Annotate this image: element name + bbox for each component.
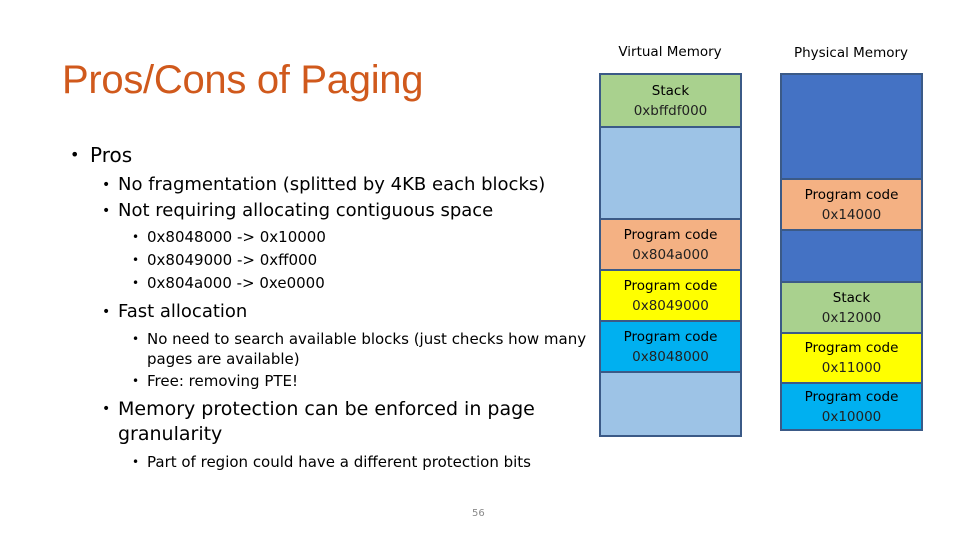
physical-memory-segment: Stack 0x12000 <box>782 281 921 332</box>
physical-memory-segment: Program code 0x11000 <box>782 332 921 382</box>
physical-memory-segment: Program code 0x10000 <box>782 382 921 429</box>
segment-address: 0x8048000 <box>632 348 709 365</box>
bullet-memory-protection: • Memory protection can be enforced in p… <box>102 398 535 445</box>
segment-name: Program code <box>623 277 718 294</box>
bullet-dot-icon: • <box>102 401 111 417</box>
physical-memory-segment <box>782 75 921 178</box>
bullet-mapping: • 0x8048000 -> 0x10000 <box>132 226 600 249</box>
bullet-no-fragmentation: • No fragmentation (splitted by 4KB each… <box>102 172 600 198</box>
virtual-memory-label: Virtual Memory <box>618 44 722 60</box>
segment-name: Program code <box>804 340 899 356</box>
bullet-part-region: • Part of region could have a different … <box>132 451 600 474</box>
segment-name: Program code <box>804 388 899 405</box>
segment-address: 0x12000 <box>821 309 882 326</box>
physical-memory-segment: Program code 0x14000 <box>782 178 921 229</box>
slide-title: Pros/Cons of Paging <box>62 58 424 102</box>
bullet-dot-icon: • <box>132 374 140 388</box>
segment-name: Stack <box>651 82 690 99</box>
virtual-memory-segment <box>601 126 740 218</box>
bullet-dot-icon: • <box>102 304 111 320</box>
virtual-memory-segment: Stack 0xbffdf000 <box>601 75 740 126</box>
bullet-mapping: • 0x804a000 -> 0xe0000 <box>132 272 600 295</box>
page-number: 56 <box>472 508 485 519</box>
bullet-free: • Free: removing PTE! <box>132 370 600 393</box>
segment-name: Stack <box>832 289 871 306</box>
bullet-dot-icon: • <box>132 455 140 469</box>
bullet-fast-allocation: • Fast allocation <box>102 299 600 325</box>
bullet-dot-icon: • <box>132 253 140 267</box>
segment-address: 0xbffdf000 <box>633 102 708 119</box>
bullet-dot-icon: • <box>132 276 140 290</box>
segment-address: 0x8049000 <box>632 297 709 314</box>
segment-address: 0x10000 <box>821 408 882 425</box>
segment-name: Program code <box>804 186 899 203</box>
bullet-mapping: • 0x8049000 -> 0xff000 <box>132 249 600 272</box>
physical-memory-segment <box>782 229 921 281</box>
segment-name: Program code <box>623 226 718 243</box>
bullet-dot-icon: • <box>102 177 111 193</box>
virtual-memory-segment <box>601 371 740 435</box>
bullet-dot-icon: • <box>132 230 140 244</box>
virtual-memory-segment: Program code 0x804a000 <box>601 218 740 269</box>
virtual-memory-segment: Program code 0x8048000 <box>601 320 740 371</box>
segment-address: 0x804a000 <box>632 246 709 263</box>
bullet-dot-icon: • <box>102 203 111 219</box>
bullet-no-search: • No need to search available blocks (ju… <box>132 330 587 368</box>
segment-address: 0x11000 <box>821 360 882 376</box>
virtual-memory-segment: Program code 0x8049000 <box>601 269 740 320</box>
bullet-list: • Pros • No fragmentation (splitted by 4… <box>70 142 600 474</box>
bullet-pros: • Pros <box>70 143 133 167</box>
bullet-dot-icon: • <box>70 145 80 164</box>
virtual-memory-column: Stack 0xbffdf000 Program code 0x804a000 Prog… <box>599 73 742 437</box>
segment-name: Program code <box>623 328 718 345</box>
segment-address: 0x14000 <box>821 206 882 223</box>
physical-memory-label: Physical Memory <box>793 45 909 61</box>
bullet-not-contiguous: • Not requiring allocating contiguous sp… <box>102 198 600 224</box>
bullet-dot-icon: • <box>132 332 140 346</box>
physical-memory-column: Program code 0x14000 Stack 0x12000 Program c… <box>780 73 923 431</box>
